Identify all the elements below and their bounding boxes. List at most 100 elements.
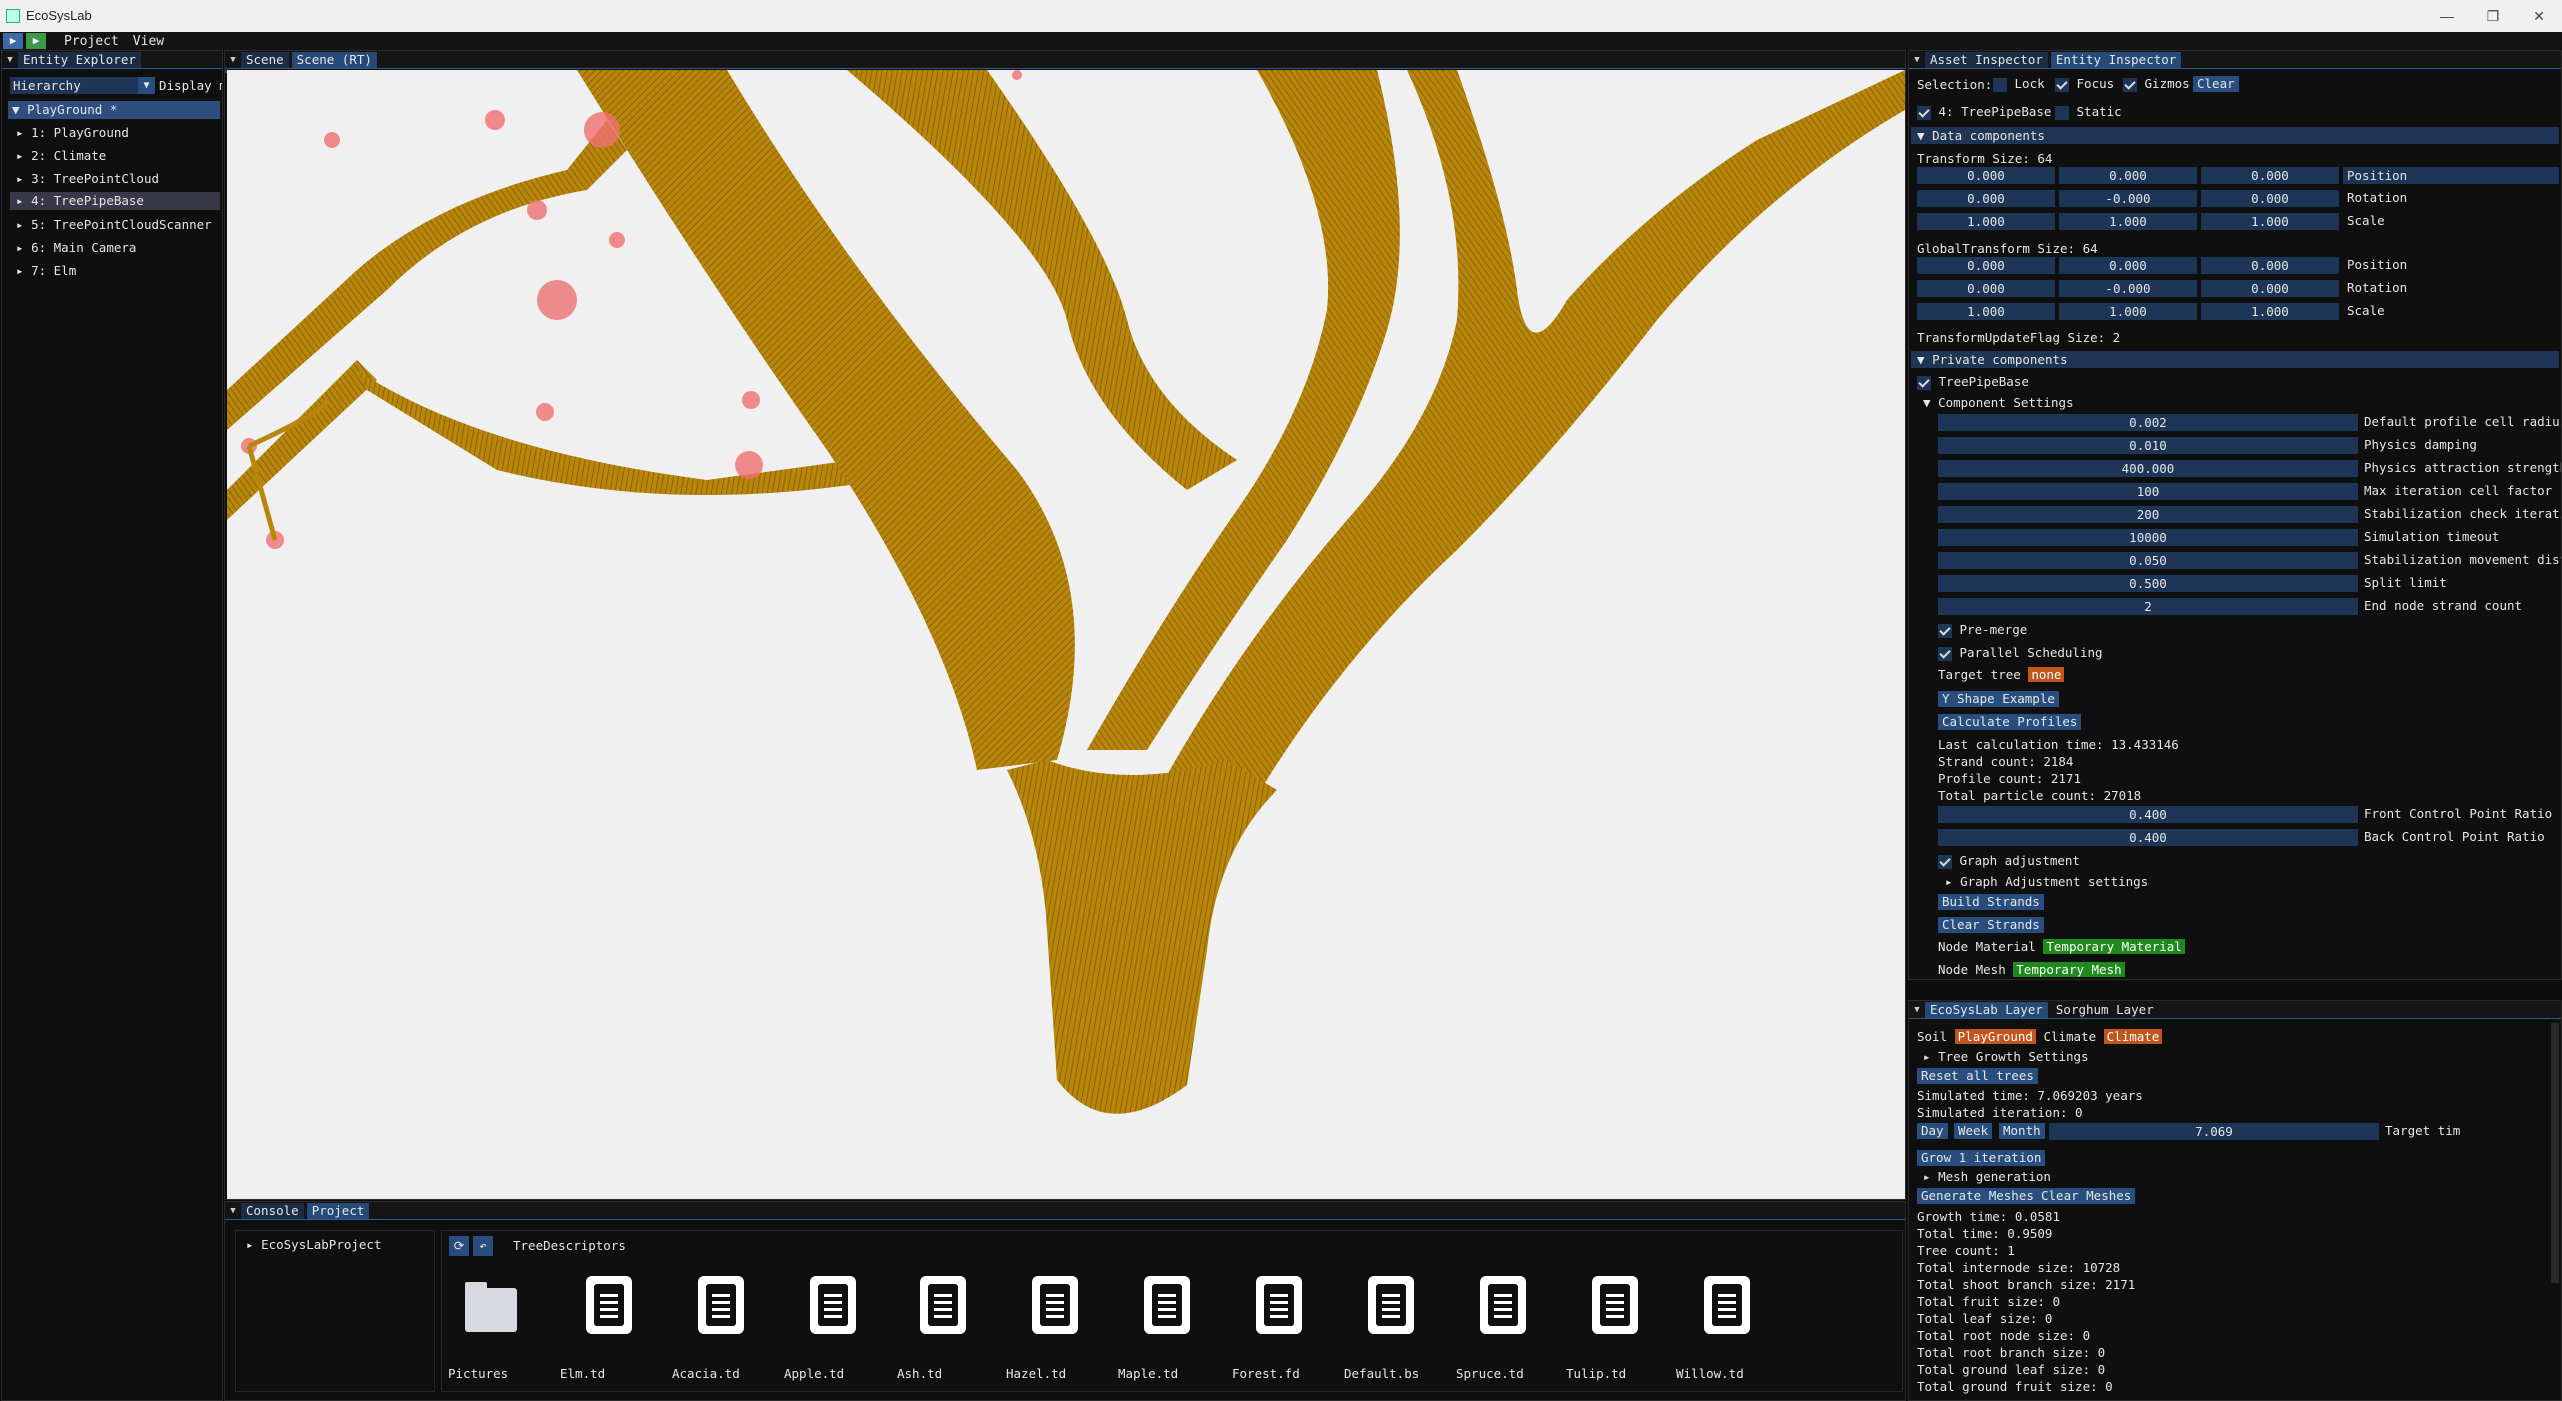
menu-view[interactable]: View xyxy=(133,34,164,49)
treepipebase-check[interactable] xyxy=(1917,375,1931,390)
tab-console[interactable]: Console xyxy=(241,1202,304,1219)
panel-menu-icon[interactable]: ▼ xyxy=(1909,1005,1925,1015)
project-tree-root[interactable]: ▸ EcoSysLabProject xyxy=(246,1237,381,1252)
panel-menu-icon[interactable]: ▼ xyxy=(2,55,18,65)
target-tree-slot[interactable]: none xyxy=(2028,667,2065,682)
refresh-icon[interactable]: ⟳ xyxy=(449,1236,469,1256)
graph-adjustment-settings-toggle[interactable]: ▸ Graph Adjustment settings xyxy=(1945,874,2148,889)
static-checkbox[interactable]: Static xyxy=(2055,104,2122,120)
tab-scene[interactable]: Scene xyxy=(241,51,289,68)
transform-x[interactable]: 0.000 xyxy=(1917,190,2055,207)
pre-merge-checkbox[interactable]: Pre-merge xyxy=(1938,622,2027,638)
setting-field[interactable]: 0.010 xyxy=(1938,437,2358,454)
private-components-header[interactable]: ▼ Private components xyxy=(1911,351,2559,368)
layer-scrollbar[interactable] xyxy=(2551,1023,2559,1283)
file-item[interactable] xyxy=(798,1276,868,1334)
entity-item[interactable]: ▸ 2: Climate xyxy=(16,147,106,165)
tab-scene-rt[interactable]: Scene (RT) xyxy=(291,51,377,68)
close-button[interactable]: ✕ xyxy=(2516,0,2562,32)
generate-meshes-button[interactable]: Generate Meshes xyxy=(1917,1188,2038,1204)
entity-item-selected[interactable]: ▸ 4: TreePipeBase xyxy=(10,192,220,210)
global-transform-z[interactable]: 0.000 xyxy=(2201,280,2339,297)
transform-y[interactable]: 1.000 xyxy=(2059,213,2197,230)
setting-field[interactable]: 0.500 xyxy=(1938,575,2358,592)
file-item[interactable] xyxy=(1692,1276,1762,1334)
global-transform-y[interactable]: 0.000 xyxy=(2059,257,2197,274)
clear-strands-button[interactable]: Clear Strands xyxy=(1938,917,2044,933)
entity-item[interactable]: ▸ 3: TreePointCloud xyxy=(16,170,159,188)
setting-field[interactable]: 100 xyxy=(1938,483,2358,500)
entity-item[interactable]: ▸ 1: PlayGround xyxy=(16,124,129,142)
transform-y[interactable]: -0.000 xyxy=(2059,190,2197,207)
display-mode-select[interactable]: Display m xyxy=(159,77,222,94)
graph-adjustment-check[interactable] xyxy=(1938,854,1952,869)
graph-adjustment-checkbox[interactable]: Graph adjustment xyxy=(1938,853,2080,869)
node-material-slot[interactable]: Temporary Material xyxy=(2043,939,2185,954)
setting-field[interactable]: 400.000 xyxy=(1938,460,2358,477)
tab-sorghum-layer[interactable]: Sorghum Layer xyxy=(2051,1002,2159,1018)
tab-entity-inspector[interactable]: Entity Inspector xyxy=(2050,51,2182,68)
treepipebase-checkbox[interactable]: TreePipeBase xyxy=(1917,374,2029,390)
ratio-field[interactable]: 0.400 xyxy=(1938,806,2358,823)
gizmos-checkbox[interactable]: Gizmos xyxy=(2123,76,2190,92)
global-transform-z[interactable]: 1.000 xyxy=(2201,303,2339,320)
transform-x[interactable]: 1.000 xyxy=(1917,213,2055,230)
step-button[interactable]: ▶ xyxy=(26,33,46,49)
parallel-check[interactable] xyxy=(1938,646,1952,661)
tree-growth-settings-toggle[interactable]: ▸ Tree Growth Settings xyxy=(1923,1049,2089,1064)
setting-field[interactable]: 10000 xyxy=(1938,529,2358,546)
setting-field[interactable]: 0.002 xyxy=(1938,414,2358,431)
pre-merge-check[interactable] xyxy=(1938,623,1952,638)
day-button[interactable]: Day xyxy=(1917,1123,1948,1139)
global-transform-y[interactable]: 1.000 xyxy=(2059,303,2197,320)
entity-item[interactable]: ▸ 5: TreePointCloudScanner xyxy=(16,216,212,234)
target-time-field[interactable]: 7.069 xyxy=(2049,1123,2379,1140)
parallel-checkbox[interactable]: Parallel Scheduling xyxy=(1938,645,2103,661)
play-button[interactable]: ▶ xyxy=(3,33,23,49)
chevron-down-icon[interactable]: ▼ xyxy=(138,77,155,94)
transform-x[interactable]: 0.000 xyxy=(1917,167,2055,184)
y-shape-example-button[interactable]: Y Shape Example xyxy=(1938,691,2059,707)
file-item[interactable] xyxy=(574,1276,644,1334)
month-button[interactable]: Month xyxy=(1999,1123,2045,1139)
global-transform-y[interactable]: -0.000 xyxy=(2059,280,2197,297)
grow-iteration-button[interactable]: Grow 1 iteration xyxy=(1917,1150,2046,1166)
clear-selection-button[interactable]: Clear xyxy=(2193,76,2239,92)
expand-icon[interactable]: ▼ xyxy=(12,102,20,117)
global-transform-x[interactable]: 0.000 xyxy=(1917,280,2055,297)
transform-y[interactable]: 0.000 xyxy=(2059,167,2197,184)
minimize-button[interactable]: — xyxy=(2424,0,2470,32)
soil-slot[interactable]: PlayGround xyxy=(1954,1029,2036,1044)
focus-checkbox[interactable]: Focus xyxy=(2055,76,2114,92)
menu-project[interactable]: Project xyxy=(64,34,119,49)
file-item[interactable] xyxy=(686,1276,756,1334)
entity-enabled-checkbox[interactable]: 4: TreePipeBase xyxy=(1917,104,2051,120)
lock-checkbox[interactable]: Lock xyxy=(1993,76,2045,92)
global-transform-x[interactable]: 0.000 xyxy=(1917,257,2055,274)
file-item[interactable] xyxy=(1244,1276,1314,1334)
file-item[interactable] xyxy=(1132,1276,1202,1334)
week-button[interactable]: Week xyxy=(1954,1123,1993,1139)
global-transform-x[interactable]: 1.000 xyxy=(1917,303,2055,320)
file-item[interactable] xyxy=(1020,1276,1090,1334)
clear-meshes-button[interactable]: Clear Meshes xyxy=(2037,1188,2136,1204)
tab-ecosyslab-layer[interactable]: EcoSysLab Layer xyxy=(1925,1001,2048,1018)
transform-z[interactable]: 0.000 xyxy=(2201,167,2339,184)
panel-menu-icon[interactable]: ▼ xyxy=(225,55,241,65)
setting-field[interactable]: 200 xyxy=(1938,506,2358,523)
file-item[interactable] xyxy=(1580,1276,1650,1334)
scene-viewport[interactable] xyxy=(227,70,1905,1200)
ratio-field[interactable]: 0.400 xyxy=(1938,829,2358,846)
tree-root-playground[interactable]: ▼ PlayGround * xyxy=(8,101,220,119)
build-strands-button[interactable]: Build Strands xyxy=(1938,894,2044,910)
panel-menu-icon[interactable]: ▼ xyxy=(1909,55,1925,65)
tab-entity-explorer[interactable]: Entity Explorer xyxy=(18,51,141,68)
component-settings-toggle[interactable]: ▼ Component Settings xyxy=(1923,395,2074,410)
panel-menu-icon[interactable]: ▼ xyxy=(225,1206,241,1216)
transform-z[interactable]: 1.000 xyxy=(2201,213,2339,230)
mesh-generation-toggle[interactable]: ▸ Mesh generation xyxy=(1923,1169,2051,1184)
tab-asset-inspector[interactable]: Asset Inspector xyxy=(1925,51,2048,68)
file-item[interactable] xyxy=(908,1276,978,1334)
setting-field[interactable]: 0.050 xyxy=(1938,552,2358,569)
entity-enabled-check[interactable] xyxy=(1917,105,1931,120)
